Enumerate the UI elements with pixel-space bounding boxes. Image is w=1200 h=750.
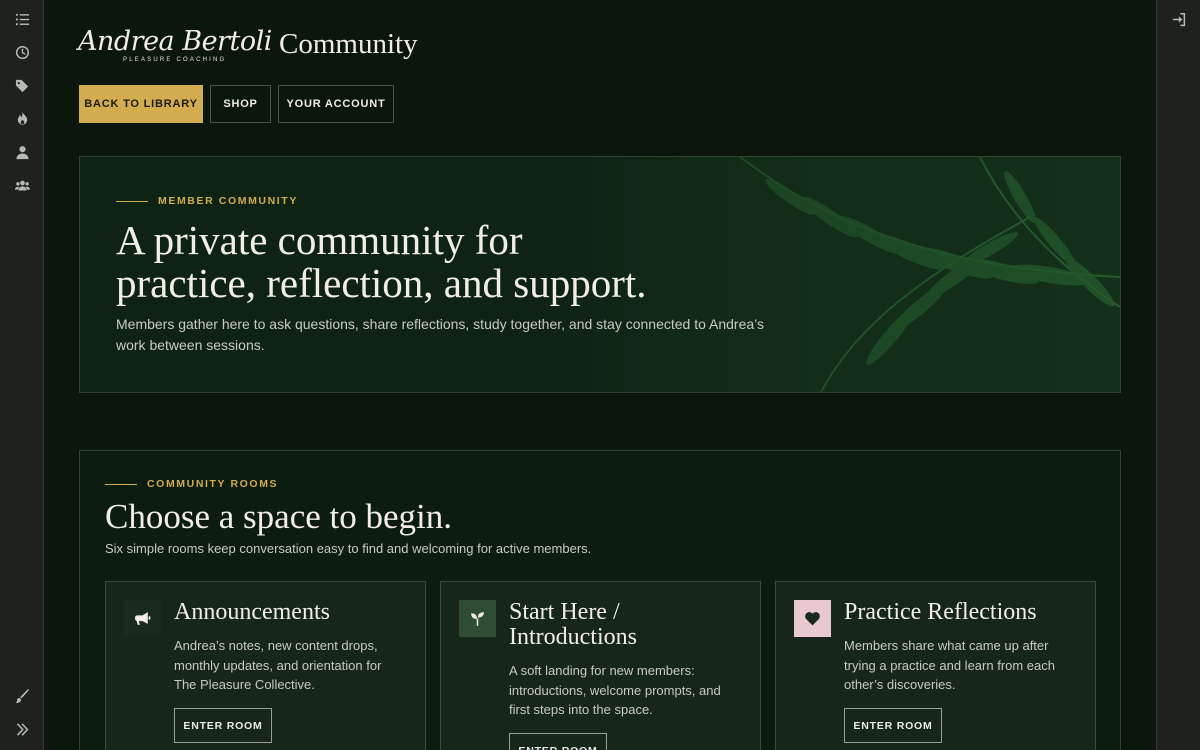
heart-icon xyxy=(794,600,831,637)
top-nav: BACK TO LIBRARY SHOP YOUR ACCOUNT xyxy=(79,85,394,123)
brand-logo[interactable]: Andrea Bertoli PLEASURE COACHING xyxy=(78,22,272,68)
room-title-line-2: Introductions xyxy=(509,624,637,650)
room-card-practice-reflections[interactable]: Practice Reflections Members share what … xyxy=(775,581,1096,750)
shop-button[interactable]: SHOP xyxy=(210,85,271,123)
room-description: A soft landing for new members: introduc… xyxy=(509,663,721,717)
room-description: Andrea’s notes, new content drops, month… xyxy=(174,638,382,692)
rooms-description: Six simple rooms keep conversation easy … xyxy=(105,541,592,556)
rooms-title: Choose a space to begin. xyxy=(105,497,452,536)
fire-icon[interactable] xyxy=(12,108,32,128)
left-sidebar xyxy=(0,0,44,750)
hero-eyebrow-label: MEMBER COMMUNITY xyxy=(158,195,298,207)
right-sidebar xyxy=(1156,0,1200,750)
users-icon[interactable] xyxy=(12,175,32,195)
enter-room-button[interactable]: ENTER ROOM xyxy=(174,708,272,743)
room-title-line-1: Start Here / xyxy=(509,599,620,625)
expand-icon[interactable] xyxy=(12,719,32,739)
sign-in-icon[interactable] xyxy=(1169,9,1189,29)
room-card-start-here[interactable]: Start Here / Introductions A soft landin… xyxy=(440,581,761,750)
rooms-eyebrow-label: COMMUNITY ROOMS xyxy=(147,478,279,490)
brand-name: Andrea Bertoli xyxy=(78,26,272,57)
your-account-button[interactable]: YOUR ACCOUNT xyxy=(278,85,394,123)
enter-room-button[interactable]: ENTER ROOM xyxy=(844,708,942,743)
clock-icon[interactable] xyxy=(12,42,32,62)
eyebrow-rule xyxy=(116,200,148,202)
list-icon[interactable] xyxy=(12,9,32,29)
community-rooms-section: COMMUNITY ROOMS Choose a space to begin.… xyxy=(79,450,1121,750)
brand-tagline: PLEASURE COACHING xyxy=(123,57,227,63)
main-content: Andrea Bertoli PLEASURE COACHING Communi… xyxy=(44,0,1156,750)
room-card-announcements[interactable]: Announcements Andrea’s notes, new conten… xyxy=(105,581,426,750)
room-title: Practice Reflections xyxy=(844,599,1037,625)
hero-title-line-2: practice, reflection, and support. xyxy=(116,260,647,306)
enter-room-button[interactable]: ENTER ROOM xyxy=(509,733,607,750)
hero-banner: MEMBER COMMUNITY A private community for… xyxy=(79,156,1121,393)
room-title: Announcements xyxy=(174,599,330,625)
back-to-library-button[interactable]: BACK TO LIBRARY xyxy=(79,85,203,123)
tags-icon[interactable] xyxy=(12,75,32,95)
hero-description: Members gather here to ask questions, sh… xyxy=(116,316,765,353)
user-icon[interactable] xyxy=(12,142,32,162)
eyebrow-rule xyxy=(105,483,137,485)
page-title: Community xyxy=(279,28,418,60)
hero-eyebrow: MEMBER COMMUNITY xyxy=(116,195,298,207)
room-description: Members share what came up after trying … xyxy=(844,638,1055,692)
brush-icon[interactable] xyxy=(12,686,32,706)
megaphone-icon xyxy=(124,600,161,637)
rooms-eyebrow: COMMUNITY ROOMS xyxy=(105,478,278,490)
seedling-icon xyxy=(459,600,496,637)
hero-title-line-1: A private community for xyxy=(116,217,523,263)
hero-title: A private community for practice, reflec… xyxy=(116,219,716,305)
room-title: Start Here / Introductions xyxy=(509,600,749,650)
